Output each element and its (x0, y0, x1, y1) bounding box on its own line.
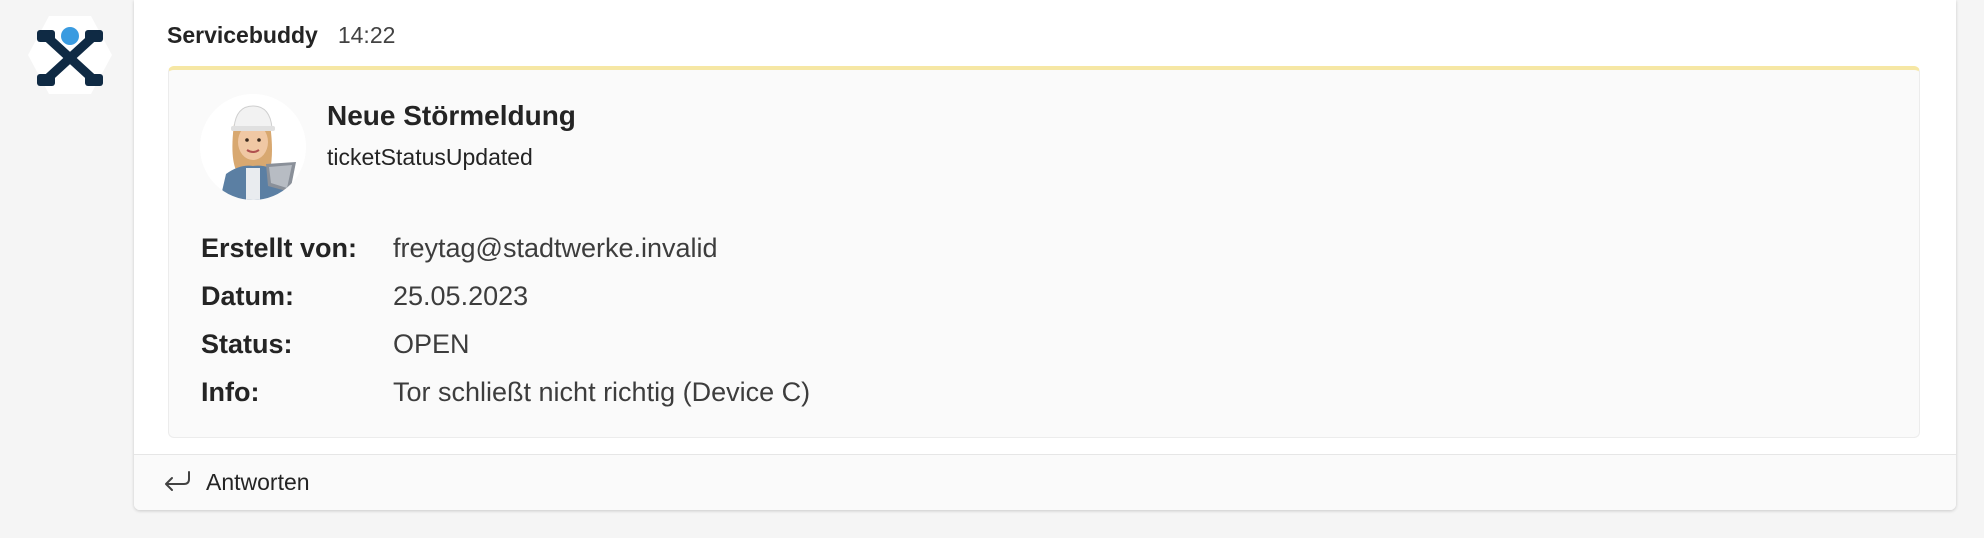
fact-value: freytag@stadtwerke.invalid (393, 232, 718, 263)
servicebuddy-logo-icon[interactable] (28, 14, 112, 96)
fact-value: 25.05.2023 (393, 280, 529, 311)
fact-key: Info: (201, 376, 260, 407)
reply-label: Antworten (206, 468, 310, 495)
technician-illustration-icon (200, 94, 306, 200)
reply-bar: Antworten (134, 454, 1956, 510)
fact-value: OPEN (393, 328, 470, 359)
fact-key: Status: (201, 328, 293, 359)
fact-row-created-by: Erstellt von: freytag@stadtwerke.invalid (201, 230, 718, 266)
message-header: Servicebuddy 14:22 (167, 20, 395, 50)
fact-value: Tor schließt nicht richtig (Device C) (393, 376, 811, 407)
adaptive-card: Neue Störmeldung ticketStatusUpdated Ers… (168, 66, 1920, 438)
message-timestamp: 14:22 (337, 21, 396, 48)
message-card: Servicebuddy 14:22 Neue Störmeldung tick… (134, 0, 1956, 510)
reply-button[interactable]: Antworten (162, 463, 310, 501)
fact-row-info: Info: Tor schließt nicht richtig (Device… (201, 374, 810, 410)
fact-key: Datum: (201, 280, 294, 311)
fact-row-date: Datum: 25.05.2023 (201, 278, 528, 314)
card-subtitle: ticketStatusUpdated (327, 144, 533, 170)
fact-key: Erstellt von: (201, 232, 358, 263)
card-title: Neue Störmeldung (327, 100, 576, 131)
sender-name[interactable]: Servicebuddy (167, 22, 318, 49)
fact-row-status: Status: OPEN (201, 326, 470, 362)
reply-arrow-icon (162, 470, 192, 494)
technician-avatar (200, 94, 306, 200)
